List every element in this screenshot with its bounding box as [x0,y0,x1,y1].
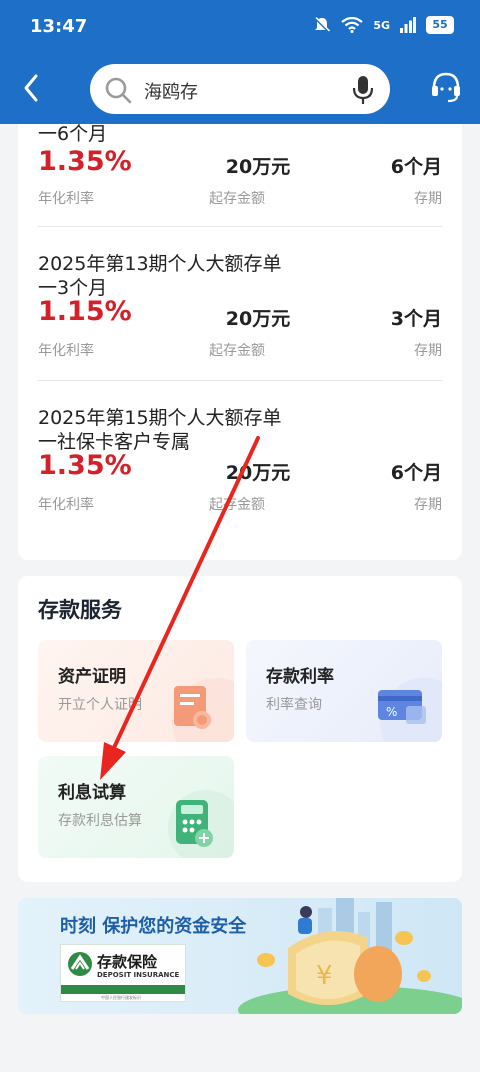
product-item[interactable]: 2025年第13期个人大额存单 一3个月 1.15% 20万元 3个月 年化利率… [38,252,442,362]
deposit-rate-tile[interactable]: 存款利率 利率查询 % [246,640,442,742]
product-term: 3个月 [390,308,442,330]
mute-bell-icon [314,16,331,33]
tile-subtitle: 开立个人证明 [58,697,142,713]
rate-card-icon: % [378,678,442,742]
product-name-line1: 2025年第13期个人大额存单 [38,253,282,275]
logo-text-zh: 存款保险 [97,953,158,971]
status-icons: 5G 55 [313,16,454,34]
calculator-icon [168,790,234,858]
status-time: 13:47 [30,16,88,37]
microphone-icon[interactable] [352,75,374,105]
battery-icon: 55 [426,16,454,34]
term-label: 存期 [414,497,442,513]
deposit-services-card: 存款服务 资产证明 开立个人证明 存款利率 利率查询 % 利息试算 存款利息估算 [18,576,462,882]
product-rate: 1.35% [38,450,132,481]
deposit-insurance-banner[interactable]: 时刻 保护您的资金安全 存款保险 DEPOSIT INSURANCE 中国人民银… [18,898,462,1014]
product-term: 6个月 [390,156,442,178]
products-card: 一6个月 1.35% 20万元 6个月 年化利率 起存金额 存期 2025年第1… [18,123,462,560]
logo-strip [61,985,185,994]
product-min-amount: 20万元 [225,308,291,330]
product-term: 6个月 [390,462,442,484]
min-amount-label: 起存金额 [209,191,265,207]
term-label: 存期 [414,191,442,207]
product-min-amount: 20万元 [225,462,291,484]
tile-subtitle: 利率查询 [266,697,322,713]
min-amount-label: 起存金额 [209,497,265,513]
product-name-line1: 2025年第15期个人大额存单 [38,407,282,429]
asset-certificate-tile[interactable]: 资产证明 开立个人证明 [38,640,234,742]
tile-title: 存款利率 [266,667,334,687]
rate-label: 年化利率 [38,497,94,513]
tile-title: 资产证明 [58,667,126,687]
product-item[interactable]: 2025年第15期个人大额存单 一社保卡客户专属 1.35% 20万元 6个月 … [38,406,442,516]
interest-calculator-tile[interactable]: 利息试算 存款利息估算 [38,756,234,858]
signal-icon [400,17,416,33]
customer-service-icon[interactable] [430,70,462,104]
rate-label: 年化利率 [38,343,94,359]
product-name-line2: 一6个月 [38,123,108,145]
wifi-icon [341,17,363,33]
search-icon [105,77,132,104]
divider [38,380,442,381]
search-input[interactable]: 海鸥存 [144,78,198,104]
status-bar: 13:47 5G 55 [0,0,480,56]
svg-text:%: % [386,705,397,719]
product-rate: 1.35% [38,146,132,177]
deposit-insurance-logo: 存款保险 DEPOSIT INSURANCE 中国人民银行颁发标识 [60,944,186,1002]
min-amount-label: 起存金额 [209,343,265,359]
logo-text-en: DEPOSIT INSURANCE [97,971,180,979]
search-box[interactable]: 海鸥存 [90,64,390,114]
logo-footnote: 中国人民银行颁发标识 [101,995,141,1000]
top-bar: 13:47 5G 55 海鸥存 [0,0,480,124]
product-min-amount: 20万元 [225,156,291,178]
svg-text:¥: ¥ [316,961,333,991]
term-label: 存期 [414,343,442,359]
back-arrow-icon[interactable] [18,72,46,104]
rate-label: 年化利率 [38,191,94,207]
tile-title: 利息试算 [58,783,126,803]
coin-shield-illustration: ¥ [238,898,462,1014]
tile-subtitle: 存款利息估算 [58,813,142,829]
certificate-icon [172,678,234,742]
section-title: 存款服务 [38,598,122,622]
deposit-insurance-emblem-icon [68,952,92,976]
divider [38,226,442,227]
product-rate: 1.15% [38,296,132,327]
network-type: 5G [373,18,390,32]
product-item[interactable]: 一6个月 1.35% 20万元 6个月 年化利率 起存金额 存期 [38,123,442,214]
